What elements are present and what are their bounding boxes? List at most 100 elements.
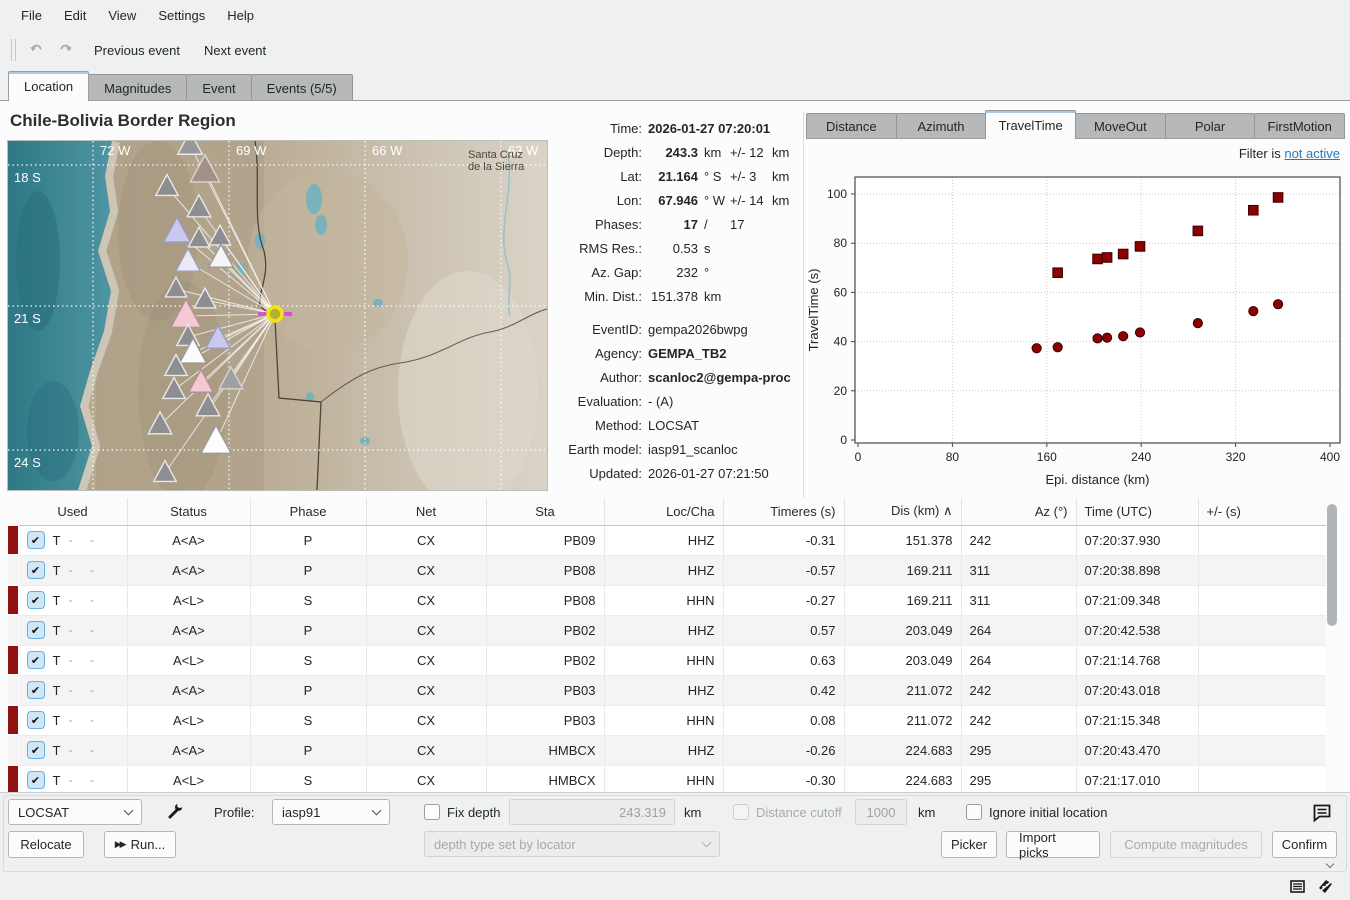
uncertainty-cell bbox=[1198, 705, 1326, 735]
filter-toggle-link[interactable]: not active bbox=[1284, 146, 1340, 161]
ignore-initial-location-checkbox[interactable] bbox=[966, 804, 982, 820]
confirm-button[interactable]: Confirm bbox=[1272, 831, 1337, 858]
column-header[interactable]: +/- (s) bbox=[1198, 498, 1326, 525]
plot-tab-distance[interactable]: Distance bbox=[806, 113, 897, 139]
traveltime-point-s[interactable] bbox=[1093, 254, 1103, 264]
column-header[interactable]: Az (°) bbox=[961, 498, 1076, 525]
traveltime-point-p[interactable] bbox=[1032, 344, 1041, 353]
plot-tab-moveout[interactable]: MoveOut bbox=[1075, 113, 1166, 139]
next-event-button[interactable]: Next event bbox=[194, 37, 276, 64]
used-checkbox[interactable]: ✔ bbox=[27, 681, 45, 699]
tab-location[interactable]: Location bbox=[8, 71, 89, 101]
column-header[interactable]: Phase bbox=[250, 498, 366, 525]
used-checkbox[interactable]: ✔ bbox=[27, 561, 45, 579]
distance-cutoff-checkbox[interactable] bbox=[733, 804, 749, 820]
log-icon[interactable] bbox=[1290, 879, 1305, 897]
comment-icon[interactable] bbox=[1308, 799, 1336, 827]
distance-cutoff-unit: km bbox=[918, 799, 935, 825]
fix-depth-checkbox[interactable] bbox=[424, 804, 440, 820]
traveltime-point-s[interactable] bbox=[1273, 193, 1283, 203]
plot-tab-polar[interactable]: Polar bbox=[1165, 113, 1256, 139]
tab-event[interactable]: Event bbox=[186, 74, 251, 101]
wrench-icon[interactable] bbox=[161, 798, 189, 826]
info-value: iasp91_scanloc bbox=[648, 442, 738, 457]
locator-select[interactable]: LOCSAT bbox=[8, 799, 142, 825]
traveltime-point-p[interactable] bbox=[1135, 328, 1144, 337]
undo-arrow-icon[interactable] bbox=[24, 37, 50, 63]
tab-events-5-5[interactable]: Events (5/5) bbox=[251, 74, 353, 101]
column-header[interactable]: Timeres (s) bbox=[723, 498, 844, 525]
used-checkbox[interactable]: ✔ bbox=[27, 711, 45, 729]
column-header[interactable]: Loc/Cha bbox=[604, 498, 723, 525]
toolbar-drag-handle[interactable] bbox=[11, 39, 16, 61]
used-checkbox[interactable]: ✔ bbox=[27, 531, 45, 549]
traveltime-point-s[interactable] bbox=[1135, 242, 1145, 252]
epicenter-marker[interactable] bbox=[268, 307, 282, 321]
previous-event-button[interactable]: Previous event bbox=[84, 37, 190, 64]
used-checkbox[interactable]: ✔ bbox=[27, 771, 45, 789]
used-checkbox[interactable]: ✔ bbox=[27, 591, 45, 609]
traveltime-point-p[interactable] bbox=[1119, 332, 1128, 341]
menu-item-settings[interactable]: Settings bbox=[147, 3, 216, 28]
traveltime-point-p[interactable] bbox=[1102, 333, 1111, 342]
column-header[interactable]: Used bbox=[18, 498, 127, 525]
traveltime-chart[interactable]: 080160240320400020406080100Epi. distance… bbox=[806, 172, 1344, 494]
plot-tab-firstmotion[interactable]: FirstMotion bbox=[1254, 113, 1345, 139]
arrival-row[interactable]: ✔T- -A<A>PCXPB03HHZ0.42211.07224207:20:4… bbox=[8, 675, 1326, 705]
profile-select[interactable]: iasp91 bbox=[272, 799, 390, 825]
traveltime-point-s[interactable] bbox=[1193, 226, 1203, 236]
arrival-row[interactable]: ✔T- -A<A>PCXPB02HHZ0.57203.04926407:20:4… bbox=[8, 615, 1326, 645]
distance-cutoff-label: Distance cutoff bbox=[756, 799, 842, 825]
menu-item-help[interactable]: Help bbox=[216, 3, 265, 28]
arrival-row[interactable]: ✔T- -A<L>SCXPB02HHN0.63203.04926407:21:1… bbox=[8, 645, 1326, 675]
arrival-row[interactable]: ✔T- -A<L>SCXHMBCXHHN-0.30224.68329507:21… bbox=[8, 765, 1326, 792]
plot-tab-azimuth[interactable]: Azimuth bbox=[896, 113, 987, 139]
scrollbar-thumb[interactable] bbox=[1327, 504, 1337, 626]
arrival-row[interactable]: ✔T- -A<A>PCXPB08HHZ-0.57169.21131107:20:… bbox=[8, 555, 1326, 585]
arrival-row[interactable]: ✔T- -A<A>PCXHMBCXHHZ-0.26224.68329507:20… bbox=[8, 735, 1326, 765]
plot-tab-traveltime[interactable]: TravelTime bbox=[985, 110, 1076, 139]
info-label: Depth: bbox=[556, 145, 642, 160]
traveltime-point-p[interactable] bbox=[1193, 319, 1202, 328]
traveltime-point-s[interactable] bbox=[1102, 253, 1112, 263]
traveltime-point-s[interactable] bbox=[1118, 249, 1128, 259]
redo-arrow-icon[interactable] bbox=[52, 37, 78, 63]
table-scrollbar[interactable] bbox=[1327, 501, 1337, 788]
column-header[interactable]: Dis (km) ∧ bbox=[844, 498, 961, 525]
tab-magnitudes[interactable]: Magnitudes bbox=[88, 74, 187, 101]
time-cell: 07:21:14.768 bbox=[1076, 645, 1198, 675]
distance-cutoff-input[interactable]: 1000 bbox=[855, 799, 907, 825]
used-checkbox[interactable]: ✔ bbox=[27, 651, 45, 669]
arrival-row[interactable]: ✔T- -A<A>PCXPB09HHZ-0.31151.37824207:20:… bbox=[8, 525, 1326, 555]
arrival-row[interactable]: ✔T- -A<L>SCXPB03HHN0.08211.07224207:21:1… bbox=[8, 705, 1326, 735]
import-picks-button[interactable]: Import picks bbox=[1006, 831, 1100, 858]
fix-depth-input[interactable]: 243.319 bbox=[509, 799, 675, 825]
arrival-table-header[interactable]: UsedStatusPhaseNetStaLoc/ChaTimeres (s)D… bbox=[8, 498, 1326, 525]
run-button[interactable]: ▶▶ Run... bbox=[104, 831, 176, 858]
event-map[interactable]: 72 W69 W66 W63 W18 S21 S24 S Santa Cruzd… bbox=[8, 141, 547, 490]
azimuth-cell: 242 bbox=[961, 525, 1076, 555]
column-header[interactable]: Status bbox=[127, 498, 250, 525]
column-header[interactable]: Net bbox=[366, 498, 486, 525]
info-row: Lon:67.946° W+/- 14km bbox=[556, 188, 804, 212]
x-axis-title: Epi. distance (km) bbox=[1045, 472, 1149, 487]
traveltime-point-s[interactable] bbox=[1053, 268, 1063, 278]
used-checkbox[interactable]: ✔ bbox=[27, 741, 45, 759]
traveltime-point-p[interactable] bbox=[1093, 334, 1102, 343]
relocate-button[interactable]: Relocate bbox=[8, 831, 84, 858]
column-header[interactable]: Time (UTC) bbox=[1076, 498, 1198, 525]
traveltime-point-p[interactable] bbox=[1249, 306, 1258, 315]
used-checkbox[interactable]: ✔ bbox=[27, 621, 45, 639]
database-icon[interactable] bbox=[1317, 879, 1334, 898]
info-unit: ° bbox=[704, 265, 728, 280]
phase-cell: S bbox=[250, 645, 366, 675]
traveltime-point-p[interactable] bbox=[1273, 300, 1282, 309]
picker-button[interactable]: Picker bbox=[941, 831, 997, 858]
column-header[interactable]: Sta bbox=[486, 498, 604, 525]
menu-item-view[interactable]: View bbox=[97, 3, 147, 28]
arrival-row[interactable]: ✔T- -A<L>SCXPB08HHN-0.27169.21131107:21:… bbox=[8, 585, 1326, 615]
menu-item-file[interactable]: File bbox=[10, 3, 53, 28]
traveltime-point-p[interactable] bbox=[1053, 343, 1062, 352]
traveltime-point-s[interactable] bbox=[1249, 205, 1259, 215]
menu-item-edit[interactable]: Edit bbox=[53, 3, 97, 28]
